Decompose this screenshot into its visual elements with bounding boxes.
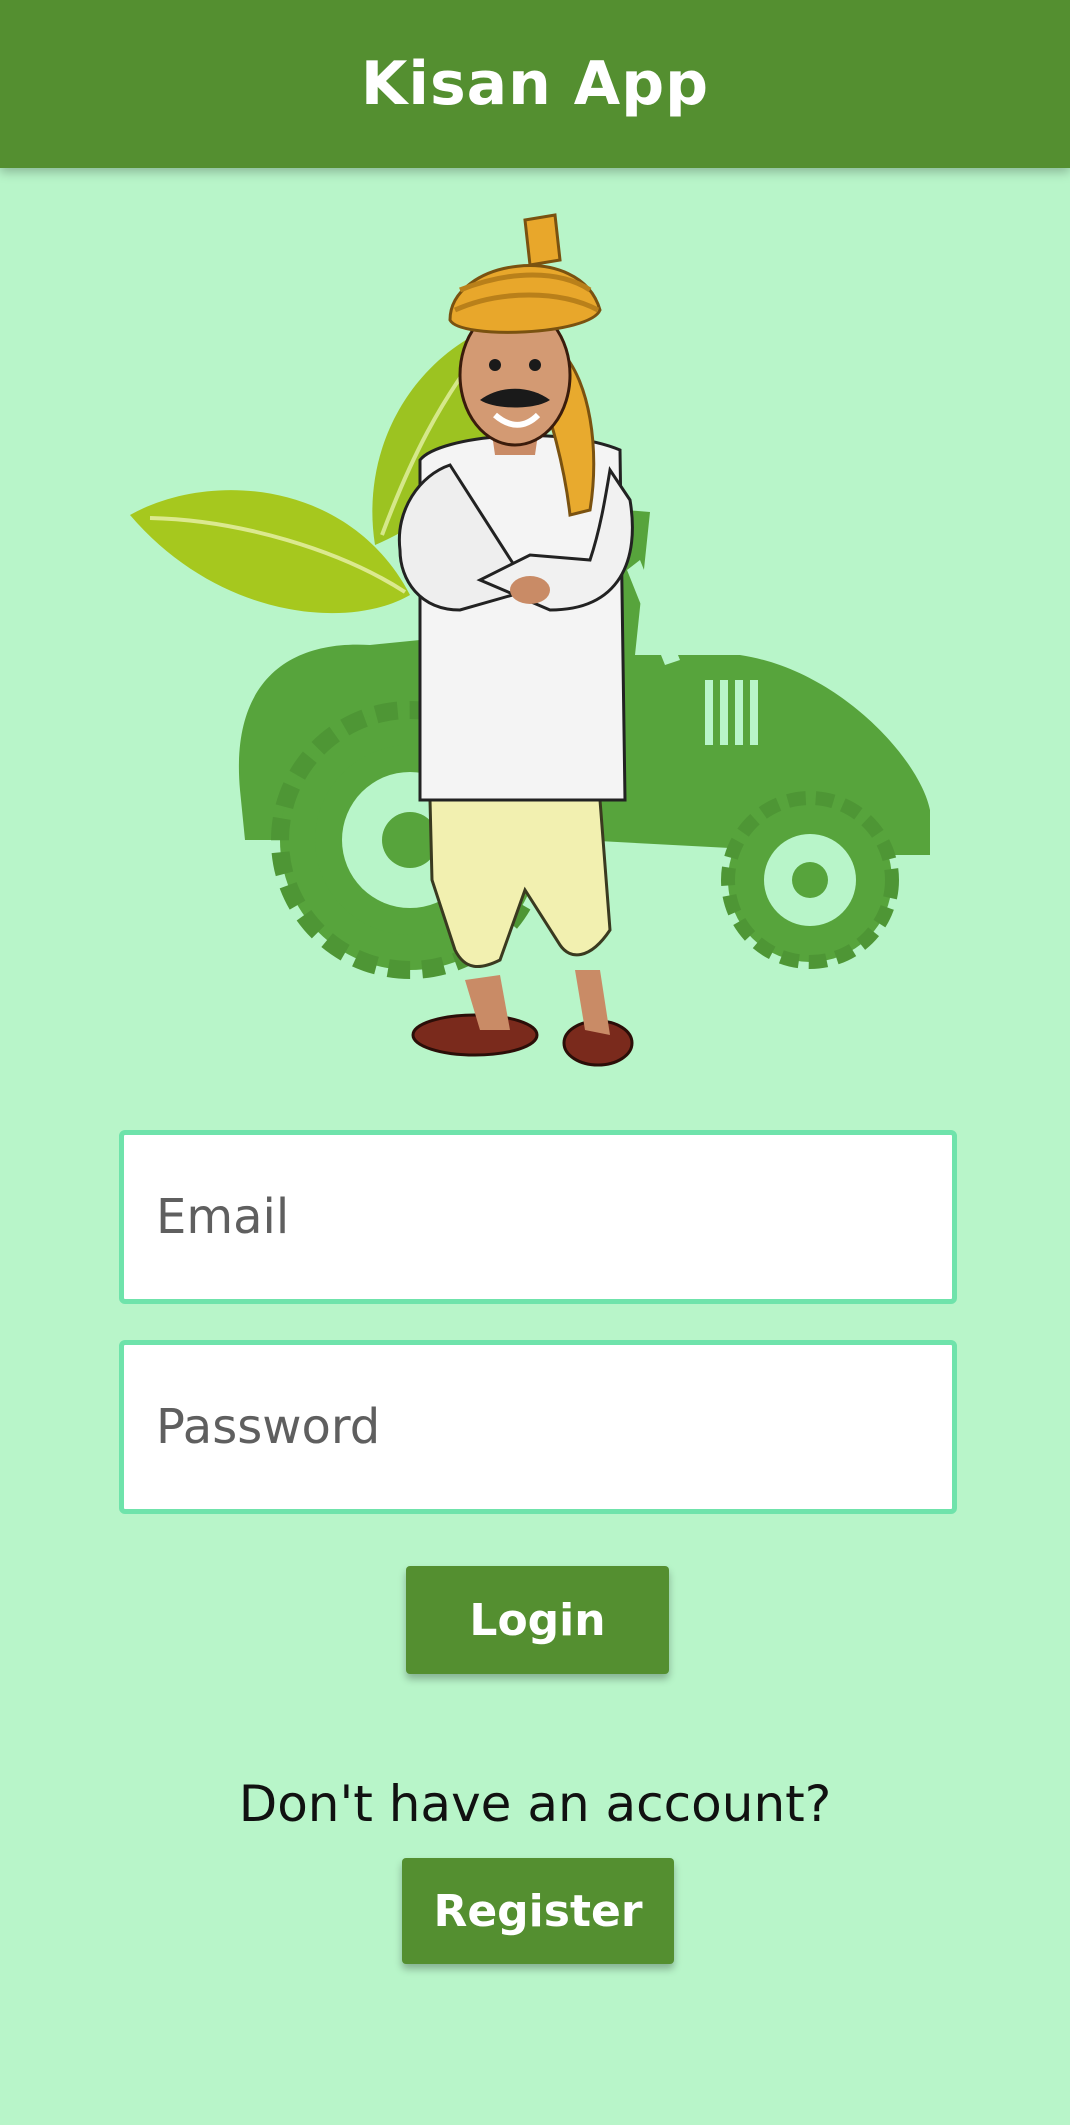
app-title: Kisan App: [360, 49, 710, 119]
login-button[interactable]: Login: [406, 1566, 669, 1674]
no-account-prompt: Don't have an account?: [238, 1775, 832, 1833]
email-input[interactable]: [124, 1135, 952, 1299]
password-field[interactable]: [119, 1340, 957, 1514]
password-input[interactable]: [124, 1345, 952, 1509]
app-bar: Kisan App: [0, 0, 1070, 168]
farmer-with-tractor-icon: [120, 200, 950, 1080]
email-field[interactable]: [119, 1130, 957, 1304]
register-button[interactable]: Register: [402, 1858, 674, 1964]
